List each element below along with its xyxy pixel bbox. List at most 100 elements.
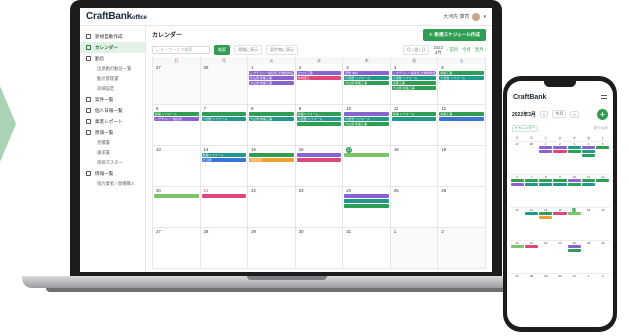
- calendar-day[interactable]: 31: [343, 228, 391, 268]
- phone-day[interactable]: 2: [553, 142, 567, 174]
- phone-day[interactable]: 9: [553, 175, 567, 207]
- calendar-event[interactable]: [201, 112, 247, 116]
- calendar-event[interactable]: [296, 122, 342, 126]
- calendar-day[interactable]: 8 大山邸 新築工事: [248, 105, 296, 145]
- phone-day[interactable]: 19: [596, 208, 610, 240]
- phone-event[interactable]: [567, 150, 581, 153]
- calendar-event[interactable]: 大山邸 新築工事: [249, 76, 294, 80]
- calendar-event[interactable]: [391, 117, 437, 121]
- calendar-event[interactable]: [249, 112, 294, 116]
- calendar-day[interactable]: 16: [296, 146, 344, 186]
- sidebar-item-0[interactable]: 新規自動作成: [80, 31, 145, 42]
- phone-day[interactable]: 18: [581, 208, 595, 240]
- calendar-event[interactable]: [344, 112, 389, 116]
- phone-day[interactable]: 14: [524, 208, 539, 240]
- sidebar-item-4[interactable]: 勤怠管理書: [80, 74, 145, 84]
- phone-event[interactable]: [567, 212, 581, 215]
- phone-event[interactable]: [553, 150, 567, 153]
- calendar-day[interactable]: 2: [438, 228, 486, 268]
- calendar-day[interactable]: 20: [153, 187, 201, 227]
- calendar-day[interactable]: 11 新築 リフォーム: [391, 105, 439, 145]
- phone-day[interactable]: 1: [539, 142, 553, 174]
- calendar-event[interactable]: 小田邸 リフォーム: [344, 117, 389, 121]
- phone-day[interactable]: 15: [539, 208, 553, 240]
- calendar-event[interactable]: 木材加工: [296, 76, 342, 80]
- calendar-day[interactable]: 1レクチャレ一般住宅 大規模修繕工事(3月分)大山邸 新築工事大山邸 新築工事: [248, 64, 296, 104]
- calendar-event[interactable]: [296, 153, 342, 157]
- phone-day[interactable]: 17: [567, 208, 581, 240]
- phone-day[interactable]: 26: [596, 241, 610, 273]
- calendar-event[interactable]: 新築リフォーム: [201, 153, 247, 157]
- calendar-event[interactable]: 大山邸 新築工事: [344, 122, 389, 126]
- phone-event[interactable]: [524, 183, 539, 186]
- phone-event[interactable]: [539, 212, 553, 215]
- calendar-event[interactable]: 外壁塗装: [249, 158, 294, 162]
- phone-day[interactable]: 23: [553, 241, 567, 273]
- phone-day[interactable]: 6: [510, 175, 524, 207]
- phone-day[interactable]: 22: [539, 241, 553, 273]
- phone-day[interactable]: 24: [567, 241, 581, 273]
- calendar-day[interactable]: 25: [391, 187, 439, 227]
- phone-day[interactable]: 27: [510, 274, 524, 306]
- calendar-day[interactable]: 18: [391, 146, 439, 186]
- calendar-day[interactable]: 13: [153, 146, 201, 186]
- phone-day[interactable]: 12: [596, 175, 610, 207]
- calendar-day[interactable]: 30: [296, 228, 344, 268]
- calendar-day[interactable]: 2 クロス工事 木材加工: [296, 64, 344, 104]
- view-select[interactable]: 月 | 週 | 日: [402, 45, 430, 55]
- phone-day[interactable]: 7: [524, 175, 539, 207]
- calendar-day[interactable]: 6 新築 リフォーム レクチャレ一般住宅: [153, 105, 201, 145]
- phone-day[interactable]: 29: [539, 274, 553, 306]
- phone-event[interactable]: [567, 146, 581, 149]
- sidebar-item-6[interactable]: 案件一覧: [80, 94, 145, 105]
- app-logo[interactable]: CraftBankoffice: [86, 11, 147, 22]
- calendar-event[interactable]: [344, 153, 389, 157]
- phone-day[interactable]: 21: [524, 241, 539, 273]
- calendar-event[interactable]: [296, 158, 342, 162]
- phone-day[interactable]: 11: [581, 175, 596, 207]
- calendar-event[interactable]: レクチャレ一般住宅 大規模修繕工事(3月分): [249, 71, 294, 75]
- sidebar-item-5[interactable]: 詳細設定: [80, 84, 145, 94]
- calendar-event[interactable]: [344, 204, 389, 208]
- phone-day[interactable]: 31: [567, 274, 581, 306]
- calendar-day[interactable]: 5 新築工事 小田邸 リフォーム: [438, 64, 486, 104]
- calendar-event[interactable]: 小田邸 リフォーム: [439, 76, 484, 80]
- phone-day[interactable]: 28: [524, 274, 538, 306]
- phone-event[interactable]: [553, 179, 567, 182]
- phone-event[interactable]: [524, 245, 539, 248]
- phone-event[interactable]: [596, 146, 610, 149]
- phone-day[interactable]: 10: [567, 175, 581, 207]
- phone-day[interactable]: 2: [596, 274, 610, 306]
- user-menu[interactable]: 大河内 康司 ▾: [443, 12, 486, 21]
- calendar-day[interactable]: 23: [296, 187, 344, 227]
- calendar-day[interactable]: 28: [200, 64, 249, 104]
- phone-event[interactable]: [510, 179, 524, 182]
- phone-today-button[interactable]: 今月: [552, 110, 567, 118]
- new-schedule-button[interactable]: ＋ 新規スケジュール作成: [422, 28, 486, 41]
- phone-event[interactable]: [510, 183, 524, 186]
- calendar-event[interactable]: [154, 194, 199, 198]
- phone-day[interactable]: 20: [510, 241, 524, 273]
- phone-event[interactable]: [539, 179, 553, 182]
- phone-filter[interactable]: 絞り込み: [594, 126, 608, 131]
- calendar-event[interactable]: 小田邸 リフォーム: [201, 117, 247, 121]
- calendar-event[interactable]: 小田邸 リフォーム: [296, 117, 342, 121]
- calendar-day[interactable]: 29: [248, 228, 296, 268]
- phone-day[interactable]: 5: [596, 142, 610, 174]
- calendar-day[interactable]: 14 新築リフォーム 大山邸: [201, 146, 249, 186]
- phone-event[interactable]: [553, 183, 567, 186]
- calendar-event[interactable]: 大山邸 新築工事: [344, 81, 389, 85]
- phone-event[interactable]: [596, 179, 610, 182]
- phone-prev-button[interactable]: <: [539, 110, 549, 118]
- phone-day[interactable]: 28: [524, 142, 538, 174]
- phone-event[interactable]: [581, 150, 596, 153]
- phone-event[interactable]: [567, 183, 581, 186]
- sidebar-item-10[interactable]: 見積書: [80, 138, 145, 148]
- calendar-event[interactable]: レクチャレ一般住宅 大規模修繕工事: [391, 71, 437, 75]
- sidebar-item-7[interactable]: 個人日報一覧: [80, 105, 145, 116]
- phone-next-button[interactable]: >: [570, 110, 579, 118]
- calendar-event[interactable]: 小田邸 リフォーム: [344, 76, 389, 80]
- calendar-day[interactable]: 4レクチャレ一般住宅 大規模修繕工事小田邸 リフォーム塗装工事大山邸 新築工事: [391, 64, 439, 104]
- phone-event[interactable]: [567, 179, 581, 182]
- calendar-event[interactable]: 新築工事: [439, 112, 484, 116]
